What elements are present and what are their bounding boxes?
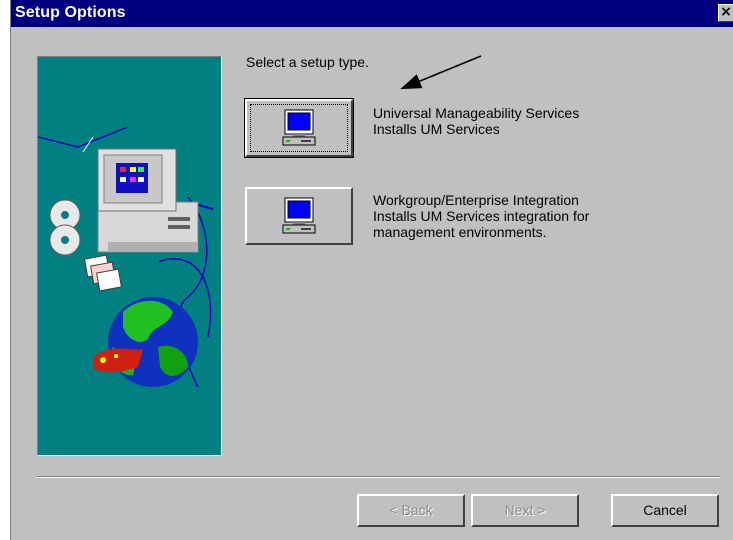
option-description: Installs UM Services [373, 121, 500, 137]
computer-globe-illustration [38, 126, 214, 388]
computer-icon [282, 109, 316, 146]
back-button[interactable]: < Back [357, 494, 465, 527]
window-title: Setup Options [15, 4, 126, 21]
option-description-line2: management environments. [373, 224, 547, 240]
computer-icon [282, 197, 316, 234]
setup-illustration [37, 56, 222, 456]
close-button[interactable]: × [718, 4, 733, 22]
option-title: Workgroup/Enterprise Integration [373, 192, 579, 208]
option-description: Installs UM Services integration for [373, 208, 590, 224]
close-icon: × [720, 4, 732, 20]
universal-manageability-option-text: Universal Manageability Services Install… [373, 105, 579, 137]
workgroup-enterprise-option-button[interactable] [245, 187, 353, 245]
separator-line [37, 476, 720, 478]
setup-type-prompt: Select a setup type. [246, 54, 369, 70]
workgroup-enterprise-option-text: Workgroup/Enterprise Integration Install… [373, 192, 589, 240]
universal-manageability-option-button[interactable] [244, 98, 354, 158]
cancel-button[interactable]: Cancel [611, 494, 719, 527]
next-button[interactable]: Next > [471, 494, 579, 527]
setup-options-dialog: Setup Options × Select a setup type. Uni… [10, 0, 733, 540]
option-title: Universal Manageability Services [373, 105, 580, 121]
title-bar[interactable]: Setup Options × [11, 0, 733, 27]
